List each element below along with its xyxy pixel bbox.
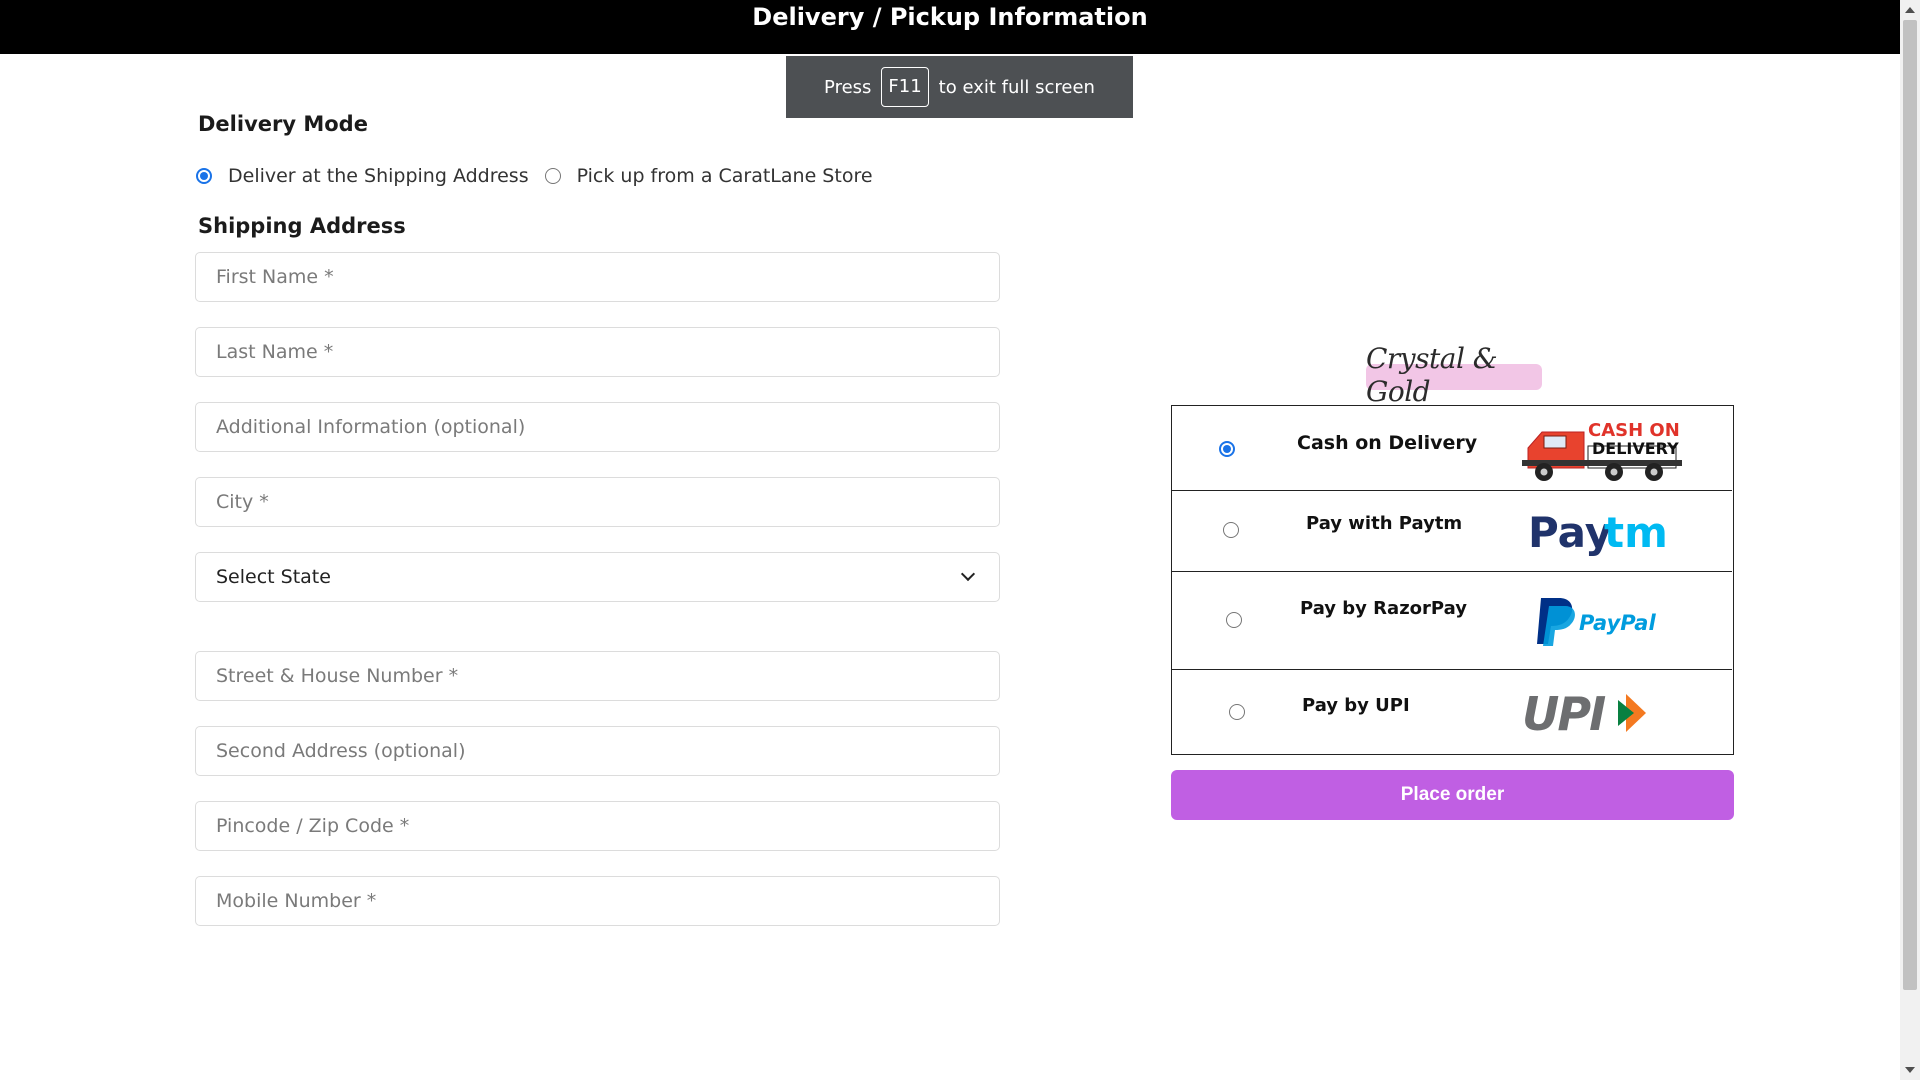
upi-label: Pay by UPI (1302, 695, 1410, 716)
pickup-store-label[interactable]: Pick up from a CaratLane Store (577, 165, 873, 187)
paypal-logo-text: PayPal (1579, 611, 1656, 635)
f11-key-badge: F11 (881, 67, 929, 107)
paytm-logo-icon: Pay tm (1528, 508, 1666, 557)
paytm-logo-pay: Pay (1528, 508, 1612, 557)
additional-info-input[interactable] (195, 402, 1000, 452)
payment-option-razorpay[interactable]: Pay by RazorPay PayPal (1172, 572, 1732, 670)
chevron-down-icon (960, 566, 976, 582)
first-name-input[interactable] (195, 252, 1000, 302)
payment-option-upi[interactable]: Pay by UPI UPI (1172, 670, 1732, 754)
paypal-logo-icon: PayPal (1537, 598, 1656, 646)
pickup-store-radio[interactable] (544, 168, 561, 184)
state-select-value: Select State (216, 566, 331, 588)
upi-radio[interactable] (1229, 704, 1245, 720)
toast-exit-text: to exit full screen (938, 76, 1095, 98)
cash-on-delivery-truck-icon: CASH ON DELIVERY (1522, 420, 1682, 481)
cod-logo-line1: CASH ON (1588, 420, 1680, 441)
place-order-button[interactable]: Place order (1171, 770, 1734, 820)
scroll-up-arrow-icon[interactable] (1900, 0, 1920, 20)
page-title: Delivery / Pickup Information (752, 3, 1148, 31)
delivery-mode-heading: Delivery Mode (198, 112, 368, 136)
second-address-input[interactable] (195, 726, 1000, 776)
toast-press-text: Press (824, 76, 872, 98)
brand-logo: Crystal & Gold (1366, 342, 1542, 408)
upi-logo-text: UPI (1522, 688, 1606, 738)
cod-logo-line2: DELIVERY (1592, 439, 1679, 458)
brand-name: Crystal & Gold (1366, 342, 1498, 408)
street-input[interactable] (195, 651, 1000, 701)
payment-option-paytm[interactable]: Pay with Paytm Pay tm (1172, 491, 1732, 572)
mobile-input[interactable] (195, 876, 1000, 926)
paytm-label: Pay with Paytm (1306, 513, 1463, 534)
payment-options: Cash on Delivery CASH ON DELIVERY Pay wi… (1171, 405, 1734, 755)
city-input[interactable] (195, 477, 1000, 527)
cod-label: Cash on Delivery (1297, 432, 1478, 454)
state-select[interactable]: Select State (195, 552, 1000, 602)
shipping-address-heading: Shipping Address (198, 214, 406, 238)
page-header: Delivery / Pickup Information (0, 0, 1900, 54)
fullscreen-toast: Press F11 to exit full screen (786, 56, 1133, 118)
deliver-shipping-label[interactable]: Deliver at the Shipping Address (228, 165, 529, 187)
cod-radio[interactable] (1219, 441, 1235, 457)
last-name-input[interactable] (195, 327, 1000, 377)
paytm-radio[interactable] (1223, 522, 1239, 538)
upi-logo-icon: UPI (1522, 688, 1646, 738)
razorpay-radio[interactable] (1226, 612, 1242, 628)
scroll-down-arrow-icon[interactable] (1900, 1060, 1920, 1080)
razorpay-label: Pay by RazorPay (1300, 598, 1467, 619)
page-scrollbar[interactable] (1900, 0, 1920, 1080)
pincode-input[interactable] (195, 801, 1000, 851)
paytm-logo-tm: tm (1604, 508, 1666, 557)
payment-option-cod[interactable]: Cash on Delivery CASH ON DELIVERY (1172, 406, 1732, 491)
scroll-thumb[interactable] (1903, 20, 1917, 990)
deliver-shipping-radio[interactable] (196, 168, 212, 184)
delivery-mode-options: Deliver at the Shipping Address Pick up … (196, 164, 889, 188)
